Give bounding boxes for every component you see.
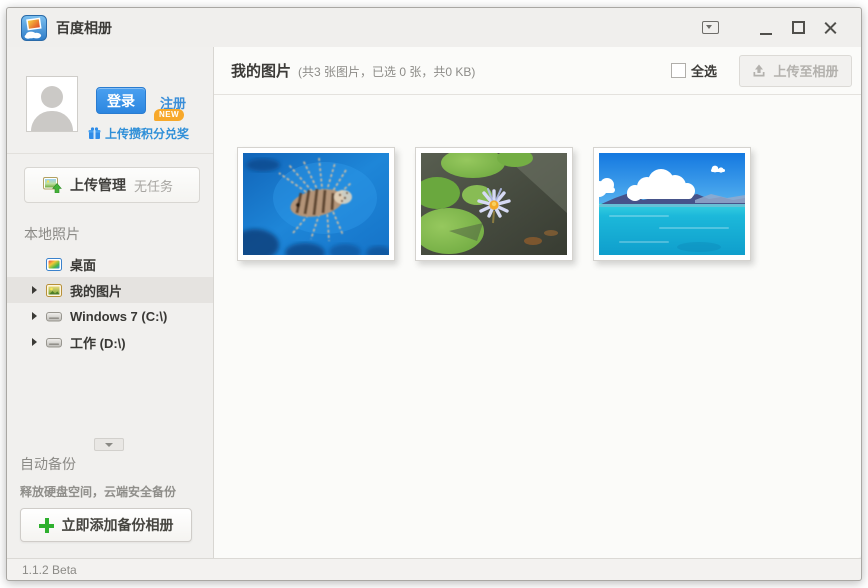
sidebar-item-my-pictures[interactable]: 我的图片 (7, 277, 213, 303)
chevron-down-icon (105, 442, 113, 447)
login-button[interactable]: 登录 (96, 87, 146, 114)
points-new-badge: NEW (154, 109, 185, 121)
minimize-icon (760, 32, 772, 35)
sidebar-item-label: 工作 (D:\) (70, 335, 126, 351)
photo-thumbnail-tropical-sea[interactable] (593, 147, 751, 261)
minimize-button[interactable] (755, 17, 777, 39)
add-backup-album-label: 立即添加备份相册 (61, 517, 174, 533)
maximize-button[interactable] (787, 17, 809, 39)
baidu-album-app-icon (21, 14, 47, 41)
expand-arrow-icon[interactable] (32, 338, 46, 346)
photo-grid (214, 95, 861, 261)
collapse-panel-button[interactable] (94, 438, 124, 451)
water-lily-image (421, 153, 567, 255)
sidebar-item-drive-d[interactable]: 工作 (D:\) (7, 329, 213, 355)
tropical-sea-image (599, 153, 745, 255)
sidebar-item-desktop[interactable]: 桌面 (7, 251, 213, 277)
version-label: 1.1.2 Beta (22, 562, 77, 577)
avatar (26, 76, 78, 132)
close-button[interactable] (819, 17, 841, 39)
drive-icon (46, 309, 63, 323)
upload-manager-icon (43, 177, 62, 193)
sidebar-item-drive-c[interactable]: Windows 7 (C:\) (7, 303, 213, 329)
window-controls (699, 8, 841, 47)
points-link-label: 上传攒积分兑奖 (105, 127, 190, 141)
app-window: 百度相册 登录 注册 NEW 上传攒积分兑奖 上传管理 无任务 本地照片 桌面 … (6, 7, 862, 581)
expand-arrow-icon[interactable] (32, 286, 46, 294)
expand-arrow-icon[interactable] (32, 312, 46, 320)
select-all-control[interactable]: 全选 (670, 61, 717, 80)
upload-manager-label: 上传管理 (70, 177, 126, 193)
statusbar: 1.1.2 Beta (7, 558, 861, 580)
auto-backup-subtitle: 释放硬盘空间，云端安全备份 (20, 485, 177, 499)
app-title: 百度相册 (56, 19, 112, 36)
upload-icon (753, 64, 765, 76)
select-all-label: 全选 (690, 64, 717, 79)
avatar-shoulders (31, 111, 73, 131)
upload-manager-button[interactable]: 上传管理 无任务 (24, 167, 200, 203)
sidebar-item-label: 桌面 (70, 257, 97, 273)
header-actions: 全选 上传至相册 (670, 54, 852, 87)
gift-icon (88, 127, 101, 139)
local-photos-tree: 桌面 我的图片 Windows 7 (C:\) 工作 (D:\) (7, 251, 213, 355)
main-panel: 我的图片 (共3 张图片，已选 0 张，共0 KB) 全选 上传至相册 (214, 47, 861, 558)
drive-icon (46, 335, 63, 349)
select-all-checkbox[interactable] (670, 63, 686, 78)
local-photos-header: 本地照片 (24, 226, 80, 242)
points-link[interactable]: 上传攒积分兑奖 (88, 125, 189, 142)
sidebar: 登录 注册 NEW 上传攒积分兑奖 上传管理 无任务 本地照片 桌面 我的图片 … (7, 47, 214, 558)
add-backup-album-button[interactable]: 立即添加备份相册 (20, 508, 192, 542)
page-title: 我的图片 (231, 63, 292, 80)
upload-manager-status: 无任务 (134, 178, 174, 194)
auto-backup-title: 自动备份 (20, 456, 76, 472)
sidebar-item-label: 我的图片 (70, 283, 123, 299)
sidebar-item-label: Windows 7 (C:\) (70, 308, 168, 324)
pictures-folder-icon (46, 283, 63, 297)
upload-to-album-button[interactable]: 上传至相册 (739, 54, 852, 87)
avatar-head (41, 86, 63, 108)
main-header: 我的图片 (共3 张图片，已选 0 张，共0 KB) 全选 上传至相册 (214, 47, 861, 95)
sidebar-divider (7, 153, 213, 154)
titlebar: 百度相册 (7, 8, 861, 47)
lionfish-image (243, 153, 389, 255)
plus-icon (38, 517, 54, 533)
content-area: 登录 注册 NEW 上传攒积分兑奖 上传管理 无任务 本地照片 桌面 我的图片 … (7, 47, 861, 558)
window-menu-button[interactable] (699, 17, 721, 39)
desktop-icon (46, 257, 63, 271)
close-icon (824, 21, 837, 34)
window-menu-icon (701, 21, 719, 34)
photo-count-summary: (共3 张图片，已选 0 张，共0 KB) (298, 65, 476, 79)
maximize-icon (791, 21, 805, 34)
upload-to-album-label: 上传至相册 (773, 64, 839, 79)
photo-thumbnail-lionfish[interactable] (237, 147, 395, 261)
photo-thumbnail-water-lily[interactable] (415, 147, 573, 261)
